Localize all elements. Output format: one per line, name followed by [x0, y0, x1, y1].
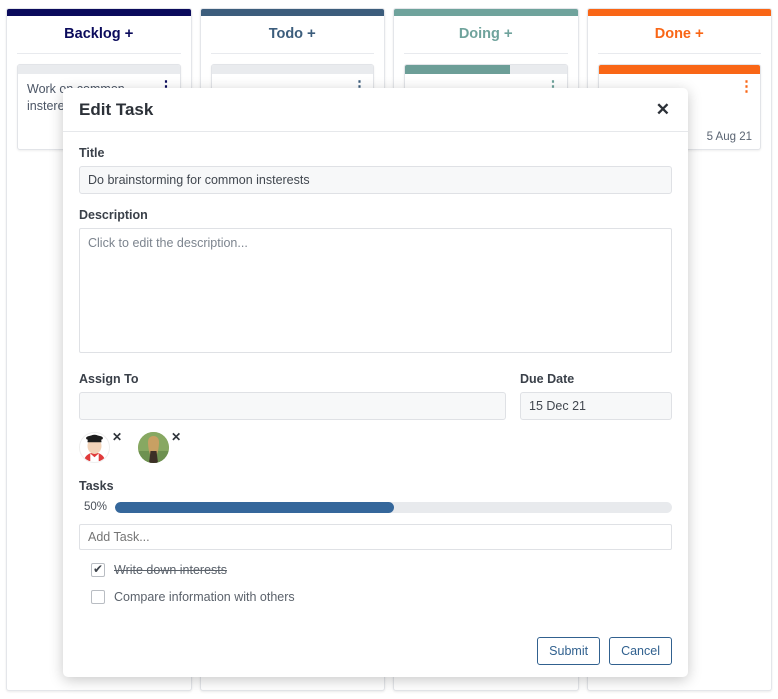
avatar: [79, 432, 110, 463]
modal-header: Edit Task ✕: [63, 88, 688, 132]
title-field-label: Title: [79, 146, 105, 160]
add-card-icon[interactable]: +: [695, 25, 704, 42]
assignee-list: ✕ ✕: [79, 430, 672, 463]
add-card-icon[interactable]: +: [504, 25, 513, 42]
column-header-doing: Doing +: [404, 16, 568, 54]
assign-field: Assign To: [79, 372, 506, 420]
add-task-input[interactable]: [79, 524, 672, 550]
column-title: Done: [654, 26, 691, 42]
due-date-field-label: Due Date: [520, 372, 575, 386]
assign-field-label: Assign To: [79, 372, 139, 386]
tasks-progress-track: [115, 501, 672, 513]
column-header-todo: Todo +: [210, 16, 374, 54]
modal-footer: Submit Cancel: [63, 625, 688, 677]
due-date-field: Due Date: [520, 372, 672, 420]
tasks-progress: 50%: [79, 501, 672, 513]
card-due-date: 5 Aug 21: [706, 131, 752, 143]
column-header-backlog: Backlog +: [17, 16, 181, 54]
remove-assignee-icon[interactable]: ✕: [112, 430, 122, 444]
assignee-chip: ✕: [79, 430, 122, 463]
close-icon[interactable]: ✕: [654, 97, 672, 122]
column-title: Backlog: [64, 26, 121, 42]
modal-title: Edit Task: [79, 99, 154, 119]
submit-button[interactable]: Submit: [537, 637, 601, 665]
add-card-icon[interactable]: +: [307, 25, 316, 42]
card-progress-fill: [405, 65, 510, 74]
title-input[interactable]: [79, 166, 672, 194]
modal-body: Title Description Assign To Due Date: [63, 132, 688, 625]
cancel-button[interactable]: Cancel: [609, 637, 672, 665]
card-body: [212, 74, 374, 87]
tasks-progress-fill: [115, 501, 394, 513]
assignee-chip: ✕: [138, 430, 181, 463]
edit-task-modal: Edit Task ✕ Title Description Assign To …: [63, 88, 688, 677]
description-textarea[interactable]: [79, 228, 672, 353]
avatar: [138, 432, 170, 463]
description-field-label: Description: [79, 208, 148, 222]
column-title: Todo: [268, 26, 304, 42]
card-body: [405, 74, 567, 87]
assign-input[interactable]: [79, 392, 506, 420]
card-progress-track: [598, 65, 760, 74]
add-card-icon[interactable]: +: [125, 25, 134, 42]
card-menu-icon[interactable]: ⋮: [739, 79, 754, 94]
column-accent-bar: [587, 9, 771, 16]
column-title: Doing: [458, 26, 500, 42]
checklist-item[interactable]: Compare information with others: [79, 590, 672, 604]
checklist-item[interactable]: Write down interests: [79, 562, 672, 577]
card-progress-track: [211, 65, 373, 74]
avatar-image-2: [138, 432, 170, 463]
column-header-done: Done +: [597, 16, 761, 54]
column-accent-bar: [7, 9, 191, 16]
due-date-input[interactable]: [520, 392, 672, 420]
assign-due-row: Assign To Due Date: [79, 372, 672, 420]
checklist-item-label: Compare information with others: [114, 590, 295, 604]
remove-assignee-icon[interactable]: ✕: [171, 430, 181, 444]
column-accent-bar: [394, 9, 578, 16]
tasks-progress-label: 50%: [83, 501, 107, 513]
app-root: Backlog+ Work on common insterests ⋮ T: [0, 0, 778, 699]
checkbox-icon[interactable]: [91, 590, 105, 604]
checkbox-icon[interactable]: [91, 562, 105, 577]
card-progress-fill: [598, 65, 760, 74]
card-progress-track: [405, 65, 567, 74]
card-progress-track: [18, 65, 180, 74]
card-body: [599, 74, 761, 87]
tasks-section-label: Tasks: [79, 479, 114, 493]
checklist-item-label: Write down interests: [114, 563, 228, 577]
avatar-image-1: [80, 433, 109, 461]
column-accent-bar: [200, 9, 384, 16]
